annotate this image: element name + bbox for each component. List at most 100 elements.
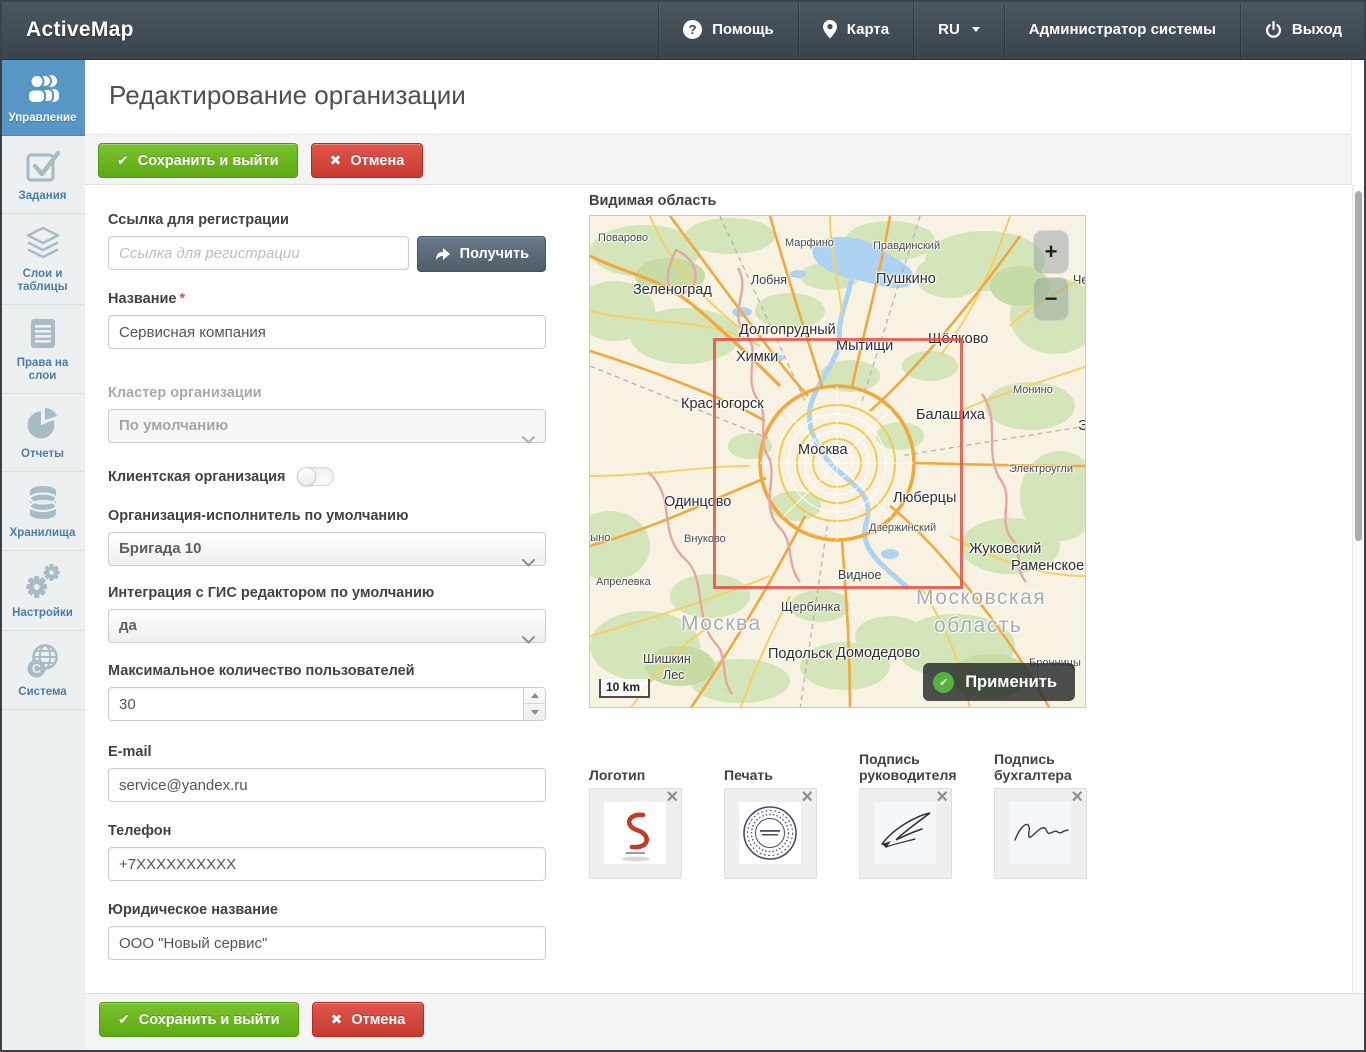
legal-name-label: Юридическое название	[108, 902, 546, 918]
bottom-action-bar: ✔ Сохранить и выйти ✖ Отмена	[85, 993, 1366, 1052]
map-menu-item[interactable]: Карта	[798, 0, 913, 59]
map-place-label: Поварово	[598, 232, 648, 244]
save-button-label: Сохранить и выйти	[138, 153, 279, 169]
name-input[interactable]	[108, 315, 546, 349]
topbar-spacer	[160, 0, 658, 59]
zoom-in-button[interactable]: +	[1033, 230, 1069, 274]
remove-logo-icon[interactable]: ×	[666, 787, 678, 807]
map-place-label: Зеленоград	[633, 282, 712, 298]
sidebar-item-label: Отчеты	[3, 448, 82, 461]
logo-attachment[interactable]: ×	[589, 788, 682, 879]
map-place-label: Жуковский	[969, 541, 1041, 557]
sidebar-item-reports[interactable]: Отчеты	[0, 394, 85, 472]
client-org-field: Клиентская организация	[108, 467, 546, 486]
sidebar-item-label: Настройки	[3, 607, 82, 620]
phone-label: Телефон	[108, 823, 546, 839]
sidebar-item-storages[interactable]: Хранилища	[0, 472, 85, 551]
max-users-input[interactable]	[108, 687, 546, 721]
help-menu-item[interactable]: ? Помощь	[658, 0, 798, 59]
registration-link-field: Ссылка для регистрации Получить	[108, 212, 546, 272]
sidebar-item-layer-rights[interactable]: Права на слои	[0, 305, 85, 394]
visible-area-map[interactable]: ПоваровоМарфиноПравдинскийПушкиноЗеленог…	[589, 215, 1086, 708]
required-asterisk: *	[179, 291, 185, 307]
email-input[interactable]	[108, 768, 546, 802]
map-place-label: Москва	[681, 612, 762, 636]
registration-link-input[interactable]	[108, 236, 409, 270]
sidebar-item-label: Система	[3, 686, 82, 699]
caret-down-icon	[972, 27, 980, 32]
default-executor-label: Организация-исполнитель по умолчанию	[108, 508, 546, 524]
logo-label: Логотип	[589, 767, 645, 783]
accountant-sign-label: Подпись бухгалтера	[994, 751, 1094, 783]
map-place-label: Правдинский	[873, 240, 940, 252]
save-and-exit-button-bottom[interactable]: ✔ Сохранить и выйти	[99, 1002, 299, 1037]
sidebar-item-label: Задания	[3, 190, 82, 203]
remove-director-sign-icon[interactable]: ×	[936, 787, 948, 807]
cross-icon: ✖	[331, 1011, 343, 1028]
save-and-exit-button[interactable]: ✔ Сохранить и выйти	[98, 143, 298, 178]
apply-button[interactable]: ✔ Применить	[923, 663, 1075, 701]
current-user-label: Администратор системы	[1029, 21, 1216, 38]
legal-name-field: Юридическое название	[108, 902, 546, 960]
remove-stamp-icon[interactable]: ×	[801, 787, 813, 807]
current-user-item[interactable]: Администратор системы	[1004, 0, 1240, 59]
map-place-label: Эл	[1078, 418, 1086, 434]
spinner-up-button[interactable]	[524, 688, 545, 704]
logo-label-zone: Логотип	[589, 745, 724, 783]
number-spinner	[523, 688, 545, 720]
map-place-label: Лобня	[751, 273, 787, 287]
map-place-label: Раменское	[1011, 558, 1084, 574]
cancel-button-label: Отмена	[351, 1012, 405, 1028]
layers-icon	[24, 226, 62, 262]
sidebar-item-label: Права на слои	[3, 357, 82, 383]
name-field: Название*	[108, 291, 546, 349]
map-pin-icon	[823, 20, 837, 39]
sidebar-item-management[interactable]: Управление	[0, 60, 85, 136]
default-executor-select[interactable]: Бригада 10	[108, 532, 546, 566]
map-label: Карта	[847, 21, 889, 38]
visible-area-rectangle[interactable]	[713, 338, 963, 589]
gis-integration-value: да	[119, 617, 137, 634]
sidebar-item-system[interactable]: C Система	[0, 631, 85, 710]
map-place-label: Пушкино	[876, 271, 936, 287]
stamp-attachment[interactable]: ×	[724, 788, 817, 879]
sidebar-item-label: Хранилища	[3, 527, 82, 540]
chevron-down-icon	[522, 547, 535, 579]
cancel-button[interactable]: ✖ Отмена	[311, 143, 424, 178]
email-field: E-mail	[108, 744, 546, 802]
scrollbar-thumb[interactable]	[1355, 191, 1362, 541]
sidebar-item-tasks[interactable]: Задания	[0, 136, 85, 214]
arrow-right-icon	[434, 247, 451, 262]
director-sign-label-zone: Подпись руководителя	[859, 745, 959, 783]
get-link-button[interactable]: Получить	[417, 236, 546, 272]
logout-menu-item[interactable]: Выход	[1240, 0, 1366, 59]
map-place-label: Щербинка	[781, 600, 840, 614]
stamp-label-zone: Печать	[724, 745, 859, 783]
map-place-label: Подольск	[768, 646, 832, 662]
email-label: E-mail	[108, 744, 546, 760]
gis-integration-select[interactable]: да	[108, 609, 546, 643]
help-icon: ?	[683, 20, 702, 39]
client-org-toggle[interactable]	[297, 467, 334, 486]
save-button-label: Сохранить и выйти	[139, 1012, 280, 1028]
check-icon: ✔	[117, 152, 129, 169]
language-selector[interactable]: RU	[913, 0, 1004, 59]
stamp-image	[739, 802, 801, 864]
cancel-button-bottom[interactable]: ✖ Отмена	[312, 1002, 425, 1037]
accountant-sign-attachment[interactable]: ×	[994, 788, 1087, 879]
phone-input[interactable]	[108, 847, 546, 881]
title-bar: Редактирование организации	[85, 60, 1352, 135]
spinner-down-button[interactable]	[524, 704, 545, 720]
remove-accountant-sign-icon[interactable]: ×	[1071, 787, 1083, 807]
default-executor-value: Бригада 10	[119, 540, 201, 557]
sidebar-item-settings[interactable]: Настройки	[0, 551, 85, 631]
map-place-label: Электроугли	[1009, 463, 1073, 475]
legal-name-input[interactable]	[108, 926, 546, 960]
max-users-label: Максимальное количество пользователей	[108, 663, 546, 679]
sidebar-item-layers[interactable]: Слои и таблицы	[0, 214, 85, 305]
map-place-label: Московская	[916, 586, 1046, 610]
vertical-scrollbar[interactable]	[1352, 185, 1364, 1052]
director-sign-attachment[interactable]: ×	[859, 788, 952, 879]
task-check-icon	[24, 148, 62, 184]
zoom-out-button[interactable]: −	[1033, 277, 1069, 321]
